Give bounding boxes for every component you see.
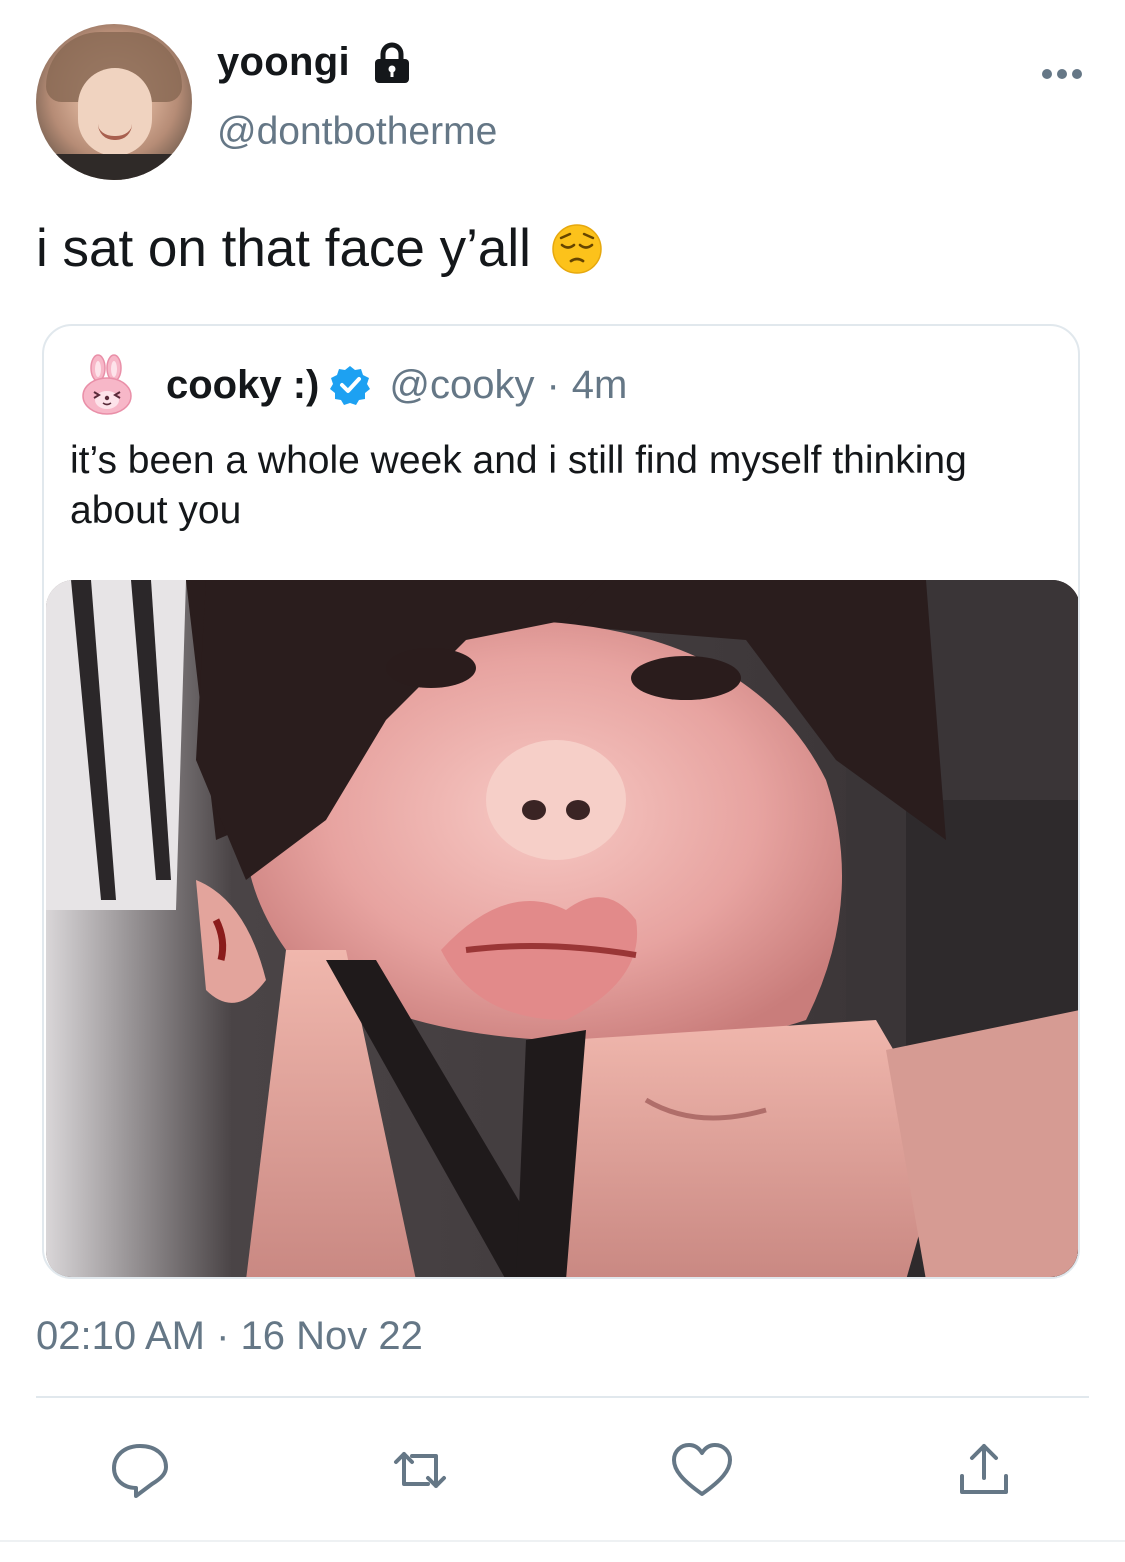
quoted-tweet-text: it’s been a whole week and i still find … — [70, 439, 967, 532]
tweet-text: i sat on that face y’all — [36, 218, 603, 279]
verified-badge-icon — [330, 366, 371, 405]
bottom-divider — [0, 1540, 1125, 1542]
author-avatar[interactable] — [36, 24, 192, 180]
quoted-separator: · — [546, 362, 560, 407]
quoted-tweet-header: cooky :) @cooky · 4m — [80, 354, 627, 416]
lock-icon — [374, 42, 409, 83]
reply-icon[interactable] — [108, 1440, 172, 1500]
quoted-tweet-card[interactable]: cooky :) @cooky · 4m it’s been a whole w… — [42, 324, 1080, 1279]
pensive-face-emoji-icon — [552, 223, 602, 274]
author-name-row: yoongi — [217, 40, 412, 85]
quoted-handle[interactable]: @cooky — [389, 363, 534, 408]
pink-bunny-icon[interactable] — [80, 354, 134, 416]
heart-icon[interactable] — [670, 1440, 734, 1500]
more-options-icon[interactable] — [1040, 64, 1084, 84]
tweet-body: i sat on that face y’all — [36, 219, 531, 278]
author-display-name[interactable]: yoongi — [217, 40, 350, 85]
tweet-timestamp[interactable]: 02:10 AM · 16 Nov 22 — [36, 1314, 423, 1359]
retweet-icon[interactable] — [388, 1440, 452, 1500]
divider — [36, 1396, 1089, 1398]
quoted-time[interactable]: 4m — [572, 363, 628, 408]
quoted-tweet-photo[interactable] — [46, 580, 1078, 1277]
share-icon[interactable] — [952, 1440, 1016, 1500]
quoted-display-name[interactable]: cooky :) — [166, 363, 319, 408]
author-handle[interactable]: @dontbotherme — [217, 110, 497, 154]
